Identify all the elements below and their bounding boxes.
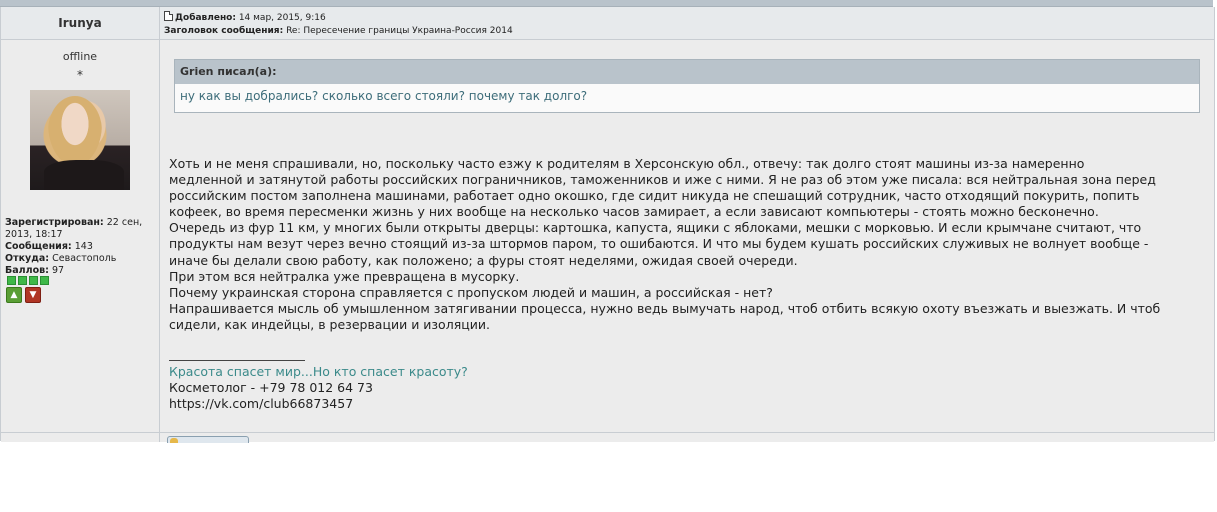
post-line: российским постом заполнена машинами, ра… — [169, 188, 1140, 204]
post-link-icon[interactable] — [164, 11, 173, 21]
thumbs-up-icon[interactable]: ▲ — [6, 287, 22, 303]
rep-square — [29, 276, 38, 285]
post-content: Grien писал(а): ну как вы добрались? ско… — [160, 40, 1214, 432]
registered-label: Зарегистрирован: — [5, 217, 104, 228]
subject-label: Заголовок сообщения: — [164, 26, 284, 36]
points-label: Баллов: — [5, 265, 49, 276]
from-value: Севастополь — [52, 253, 117, 264]
posts-value: 143 — [74, 241, 93, 252]
signature-divider — [169, 360, 305, 361]
quote-text: ну как вы добрались? сколько всего стоял… — [180, 89, 588, 103]
post-line: медленной и затянутой работы российских … — [169, 172, 1156, 188]
post-body-row: offline * Зарегистрирован: 22 сен, 2013,… — [1, 40, 1214, 432]
post-line: Очередь из фур 11 км, у многих были откр… — [169, 220, 1142, 236]
signature-slogan: Красота спасет мир...Но кто спасет красо… — [169, 364, 468, 379]
from-line: Откуда: Севастополь — [5, 253, 157, 265]
from-label: Откуда: — [5, 253, 50, 264]
post-line: сидели, как индейцы, в резервации и изол… — [169, 316, 490, 332]
forum-post: Irunya Добавлено: 14 мар, 2015, 9:16 Заг… — [0, 7, 1215, 443]
quote-header: Grien писал(а): — [175, 60, 1199, 84]
added-value: 14 мар, 2015, 9:16 — [238, 13, 326, 23]
points-value: 97 — [51, 265, 65, 276]
reputation-bar — [7, 276, 49, 285]
rep-square — [40, 276, 49, 285]
avatar-dress — [44, 160, 124, 190]
posts-line: Сообщения: 143 — [5, 241, 157, 253]
posts-label: Сообщения: — [5, 241, 72, 252]
rep-square — [7, 276, 16, 285]
profile-button[interactable] — [167, 436, 249, 443]
author-name[interactable]: Irunya — [1, 7, 160, 39]
post-line: продукты нам везут через вечно стоящий и… — [169, 236, 1149, 252]
signature-phone: Косметолог - +79 78 012 64 73 — [169, 380, 373, 396]
post-line: иначе бы делали свою работу, как положен… — [169, 252, 798, 268]
added-label: Добавлено: — [175, 13, 236, 23]
thumbs-down-icon[interactable]: ▼ — [25, 287, 41, 303]
avatar-portrait — [48, 96, 102, 166]
top-border-bar — [0, 0, 1213, 7]
author-sidebar: offline * Зарегистрирован: 22 сен, 2013,… — [1, 40, 160, 432]
signature: Красота спасет мир...Но кто спасет красо… — [169, 364, 468, 412]
karma-buttons: ▲ ▼ — [6, 287, 41, 303]
post-line: Хоть и не меня спрашивали, но, поскольку… — [169, 156, 1085, 171]
quote-block: Grien писал(а): ну как вы добрались? ско… — [174, 59, 1200, 113]
post-footer — [1, 432, 1214, 443]
post-text: Хоть и не меня спрашивали, но, поскольку… — [169, 156, 1209, 333]
avatar — [30, 90, 130, 190]
post-header: Irunya Добавлено: 14 мар, 2015, 9:16 Заг… — [1, 7, 1214, 40]
post-date-line: Добавлено: 14 мар, 2015, 9:16 — [164, 11, 513, 25]
post-line: Напрашивается мысль об умышленном затяги… — [169, 300, 1161, 316]
footer-author-cell — [1, 433, 160, 442]
rank-star: * — [77, 68, 83, 82]
post-line: Почему украинская сторона справляется с … — [169, 284, 773, 300]
post-meta: Добавлено: 14 мар, 2015, 9:16 Заголовок … — [164, 11, 513, 38]
registered-line: Зарегистрирован: 22 сен, 2013, 18:17 — [5, 217, 157, 241]
post-line: кофеек, во время пересменки жизнь у них … — [169, 204, 1099, 220]
subject-value: Re: Пересечение границы Украина-Россия 2… — [286, 26, 513, 36]
user-info: Зарегистрирован: 22 сен, 2013, 18:17 Соо… — [5, 217, 157, 277]
signature-link[interactable]: https://vk.com/club66873457 — [169, 396, 468, 412]
online-status: offline — [62, 50, 98, 63]
post-line: При этом вся нейтралка уже превращена в … — [169, 268, 520, 284]
rep-square — [18, 276, 27, 285]
post-subject-line: Заголовок сообщения: Re: Пересечение гра… — [164, 25, 513, 38]
